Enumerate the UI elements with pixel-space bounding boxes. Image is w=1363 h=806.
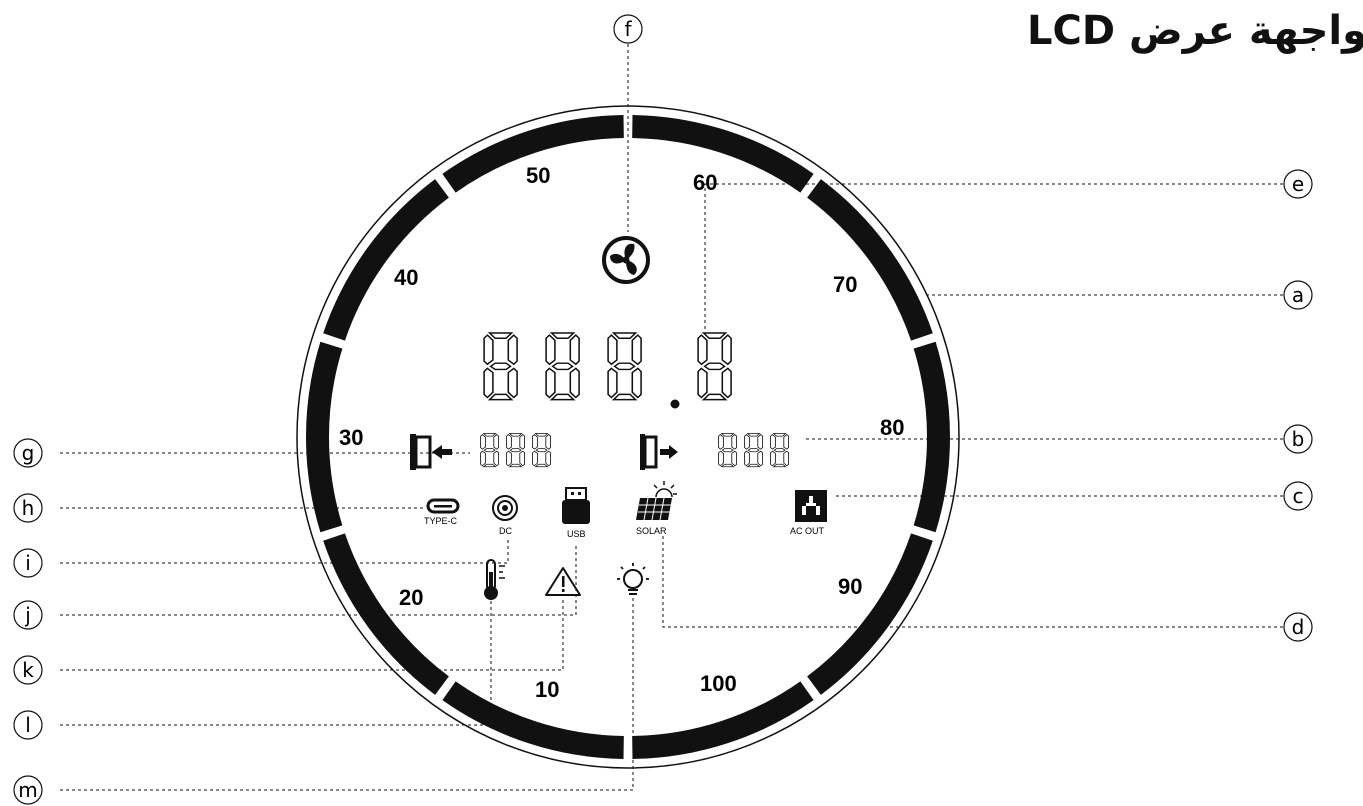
gauge-segment	[807, 533, 933, 695]
gauge-segment	[632, 115, 814, 193]
svg-text:j: j	[24, 603, 31, 627]
solar-caption: SOLAR	[636, 526, 667, 536]
svg-text:g: g	[22, 441, 35, 465]
typec-icon	[426, 498, 460, 514]
callout-c: c	[1283, 481, 1313, 511]
svg-text:d: d	[1292, 615, 1305, 639]
fan-icon	[602, 236, 650, 284]
callout-leader-lines	[60, 44, 1283, 791]
svg-text:f: f	[624, 17, 632, 41]
gauge-segment	[323, 179, 449, 341]
warning-icon	[545, 567, 581, 596]
gauge-label-100: 100	[700, 671, 737, 696]
gauge-segment	[442, 681, 624, 759]
callout-m: m	[13, 775, 43, 805]
dc-icon	[492, 495, 518, 521]
callout-a: a	[1283, 280, 1313, 310]
callout-d: d	[1283, 612, 1313, 642]
decimal-point	[670, 399, 680, 409]
typec-caption: TYPE-C	[424, 516, 458, 526]
lcd-diagram: 50 60 40 70 30 80 20 90 10 100 TYPE-C DC…	[13, 14, 1313, 805]
battery-gauge-ring	[305, 115, 950, 759]
main-display-digits	[483, 332, 732, 409]
callout-h: h	[13, 493, 43, 523]
usb-icon	[562, 487, 590, 524]
output-watt-digits	[718, 433, 790, 468]
gauge-segment	[807, 179, 933, 341]
callout-f: f	[613, 14, 643, 44]
input-port-icon	[410, 434, 452, 470]
svg-text:a: a	[1292, 283, 1304, 307]
gauge-label-90: 90	[838, 574, 862, 599]
svg-text:b: b	[1292, 427, 1305, 451]
gauge-label-50: 50	[526, 163, 550, 188]
callout-e: e	[1283, 169, 1313, 199]
gauge-segment	[305, 341, 343, 533]
gauge-label-30: 30	[339, 425, 363, 450]
dc-caption: DC	[499, 526, 512, 536]
svg-text:h: h	[22, 496, 35, 520]
gauge-segment	[323, 533, 449, 695]
callout-b: b	[1283, 424, 1313, 454]
outer-ring	[296, 105, 960, 769]
gauge-label-40: 40	[394, 265, 418, 290]
svg-text:e: e	[1292, 172, 1304, 196]
output-port-icon	[640, 434, 678, 470]
svg-text:i: i	[25, 551, 31, 575]
callout-l: l	[13, 710, 43, 740]
ac-outlet-icon	[795, 490, 827, 522]
callout-g: g	[13, 438, 43, 468]
svg-text:l: l	[25, 713, 31, 737]
gauge-segment	[913, 341, 950, 533]
callout-k: k	[13, 655, 43, 685]
svg-text:c: c	[1293, 484, 1304, 508]
thermometer-icon	[484, 559, 505, 600]
solar-panel-icon	[636, 481, 677, 521]
input-watt-digits	[480, 433, 552, 468]
gauge-label-20: 20	[399, 585, 423, 610]
usb-caption: USB	[567, 529, 586, 539]
callout-i: i	[13, 548, 43, 578]
callout-j: j	[13, 600, 43, 630]
svg-text:m: m	[18, 778, 37, 802]
gauge-label-60: 60	[693, 170, 717, 195]
gauge-label-70: 70	[833, 272, 857, 297]
ac-out-caption: AC OUT	[790, 526, 825, 536]
svg-text:k: k	[22, 658, 34, 682]
light-bulb-icon	[617, 563, 649, 595]
gauge-label-10: 10	[535, 677, 559, 702]
gauge-label-80: 80	[880, 415, 904, 440]
